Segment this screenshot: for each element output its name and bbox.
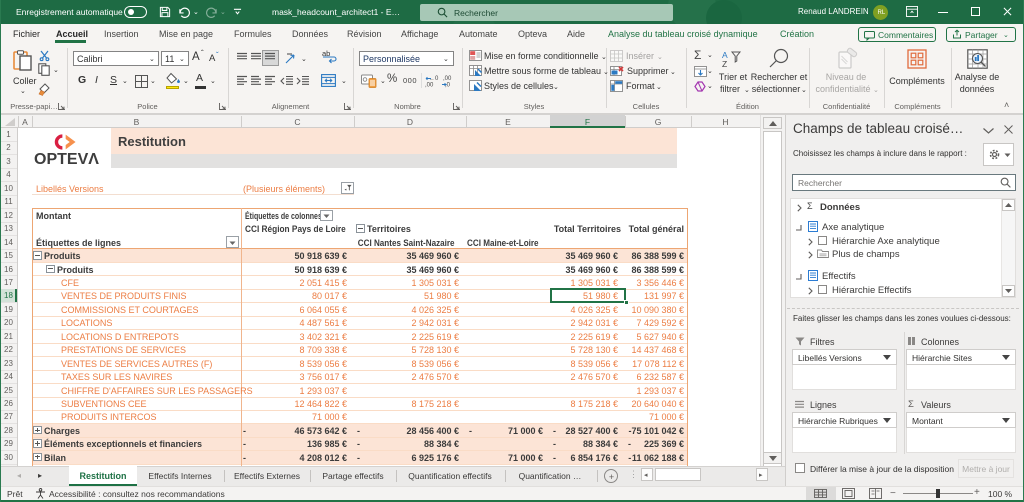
svg-text:,00: ,00 xyxy=(425,83,434,89)
svg-text:Z: Z xyxy=(722,59,727,69)
svg-text:←0: ←0 xyxy=(429,76,439,82)
svg-text:,0: ,0 xyxy=(445,83,451,89)
svg-text:,00: ,00 xyxy=(443,76,452,82)
